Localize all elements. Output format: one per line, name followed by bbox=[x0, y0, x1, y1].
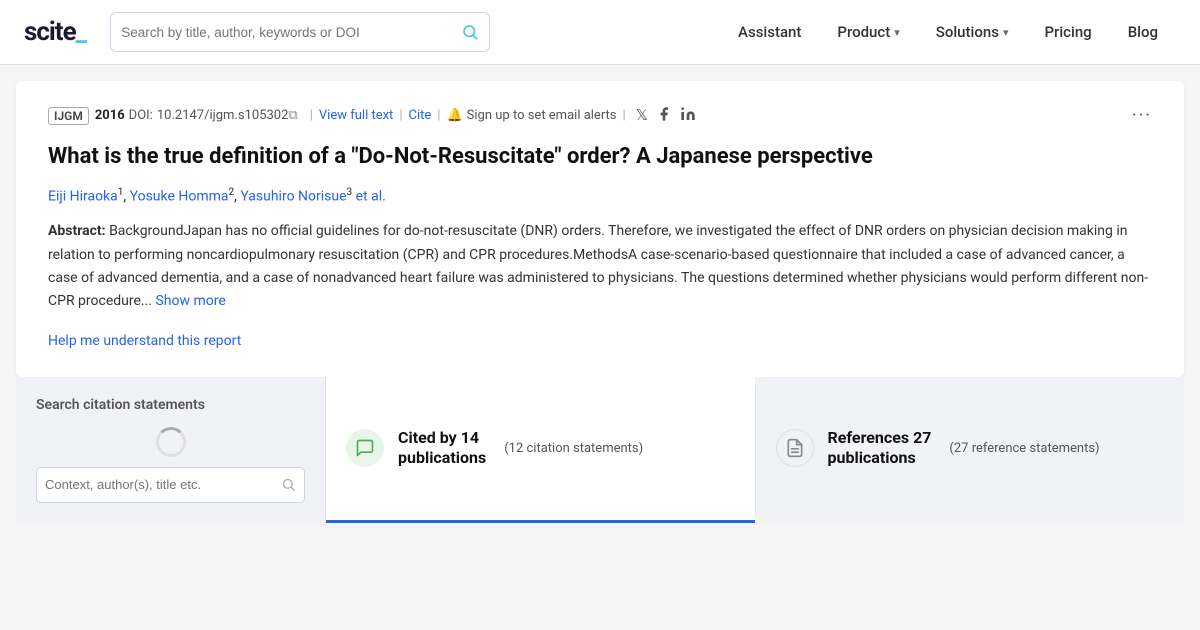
nav-item-solutions[interactable]: Solutions ▾ bbox=[918, 0, 1027, 65]
article-doi-value: 10.2147/ijgm.s105302 bbox=[157, 108, 289, 123]
journal-badge: IJGM bbox=[48, 107, 89, 125]
citation-search-panel: Search citation statements bbox=[16, 377, 326, 523]
loading-spinner bbox=[156, 427, 186, 457]
linkedin-icon[interactable] bbox=[680, 106, 696, 126]
references-content: References 27 publications (27 reference… bbox=[828, 428, 1165, 470]
references-sub: (27 reference statements) bbox=[949, 441, 1099, 456]
header: scite_ Assistant Product ▾ Solutions ▾ P… bbox=[0, 0, 1200, 65]
article-year: 2016 bbox=[95, 108, 125, 123]
references-label: References 27 publications bbox=[828, 428, 932, 470]
cited-by-icon bbox=[346, 429, 384, 467]
more-options-icon[interactable]: ··· bbox=[1132, 105, 1152, 126]
article-meta: IJGM 2016 DOI: 10.2147/ijgm.s105302 ⧉ | … bbox=[48, 105, 1152, 126]
stats-tabs: Cited by 14 publications (12 citation st… bbox=[326, 377, 1184, 523]
tab-cited-by[interactable]: Cited by 14 publications (12 citation st… bbox=[326, 377, 755, 523]
search-input[interactable] bbox=[121, 25, 461, 40]
logo-underscore: _ bbox=[76, 17, 87, 47]
cite-link[interactable]: Cite bbox=[409, 108, 432, 123]
social-icons: 𝕏 bbox=[636, 106, 696, 126]
authors: Eiji Hiraoka1, Yosuke Homma2, Yasuhiro N… bbox=[48, 187, 1152, 205]
author-link-1[interactable]: Eiji Hiraoka bbox=[48, 188, 118, 204]
bottom-section: Search citation statements Cited by 14 p… bbox=[16, 377, 1184, 523]
citation-search-label: Search citation statements bbox=[36, 397, 305, 413]
cited-by-label: Cited by 14 publications bbox=[398, 428, 486, 470]
search-icon bbox=[461, 23, 479, 41]
facebook-icon[interactable] bbox=[656, 106, 672, 126]
article-doi-label: DOI: bbox=[129, 108, 153, 123]
author-link-2[interactable]: Yosuke Homma bbox=[130, 188, 229, 204]
chevron-down-icon: ▾ bbox=[1003, 26, 1009, 39]
copy-icon[interactable]: ⧉ bbox=[288, 108, 297, 123]
abstract-label: Abstract: bbox=[48, 223, 106, 239]
tab-references[interactable]: References 27 publications (27 reference… bbox=[756, 377, 1185, 523]
citation-search-input[interactable] bbox=[45, 477, 281, 492]
nav-item-product[interactable]: Product ▾ bbox=[819, 0, 917, 65]
logo[interactable]: scite_ bbox=[24, 17, 86, 47]
references-icon bbox=[776, 429, 814, 467]
spinner-wrap bbox=[36, 427, 305, 467]
citation-search-input-wrap[interactable] bbox=[36, 467, 305, 503]
author-link-3[interactable]: Yasuhiro Norisue bbox=[240, 188, 346, 204]
article-card: IJGM 2016 DOI: 10.2147/ijgm.s105302 ⧉ | … bbox=[16, 81, 1184, 377]
article-title: What is the true definition of a "Do-Not… bbox=[48, 142, 1152, 173]
sign-up-text: Sign up to set email alerts bbox=[467, 108, 617, 123]
nav-item-pricing[interactable]: Pricing bbox=[1026, 0, 1109, 65]
nav-item-assistant[interactable]: Assistant bbox=[720, 0, 819, 65]
cited-by-content: Cited by 14 publications (12 citation st… bbox=[398, 428, 735, 470]
main-nav: Assistant Product ▾ Solutions ▾ Pricing … bbox=[720, 0, 1176, 65]
view-full-text-link[interactable]: View full text bbox=[319, 108, 393, 123]
abstract: Abstract: BackgroundJapan has no officia… bbox=[48, 220, 1152, 312]
chevron-down-icon: ▾ bbox=[894, 26, 900, 39]
search-icon bbox=[281, 477, 296, 492]
twitter-icon[interactable]: 𝕏 bbox=[636, 106, 648, 126]
cited-by-sub: (12 citation statements) bbox=[504, 441, 643, 456]
et-al-link[interactable]: et al. bbox=[356, 188, 386, 204]
search-bar[interactable] bbox=[110, 12, 490, 52]
show-more-link[interactable]: Show more bbox=[155, 293, 225, 309]
bell-icon: 🔔 bbox=[446, 108, 462, 123]
nav-item-blog[interactable]: Blog bbox=[1110, 0, 1176, 65]
help-link[interactable]: Help me understand this report bbox=[48, 333, 241, 349]
